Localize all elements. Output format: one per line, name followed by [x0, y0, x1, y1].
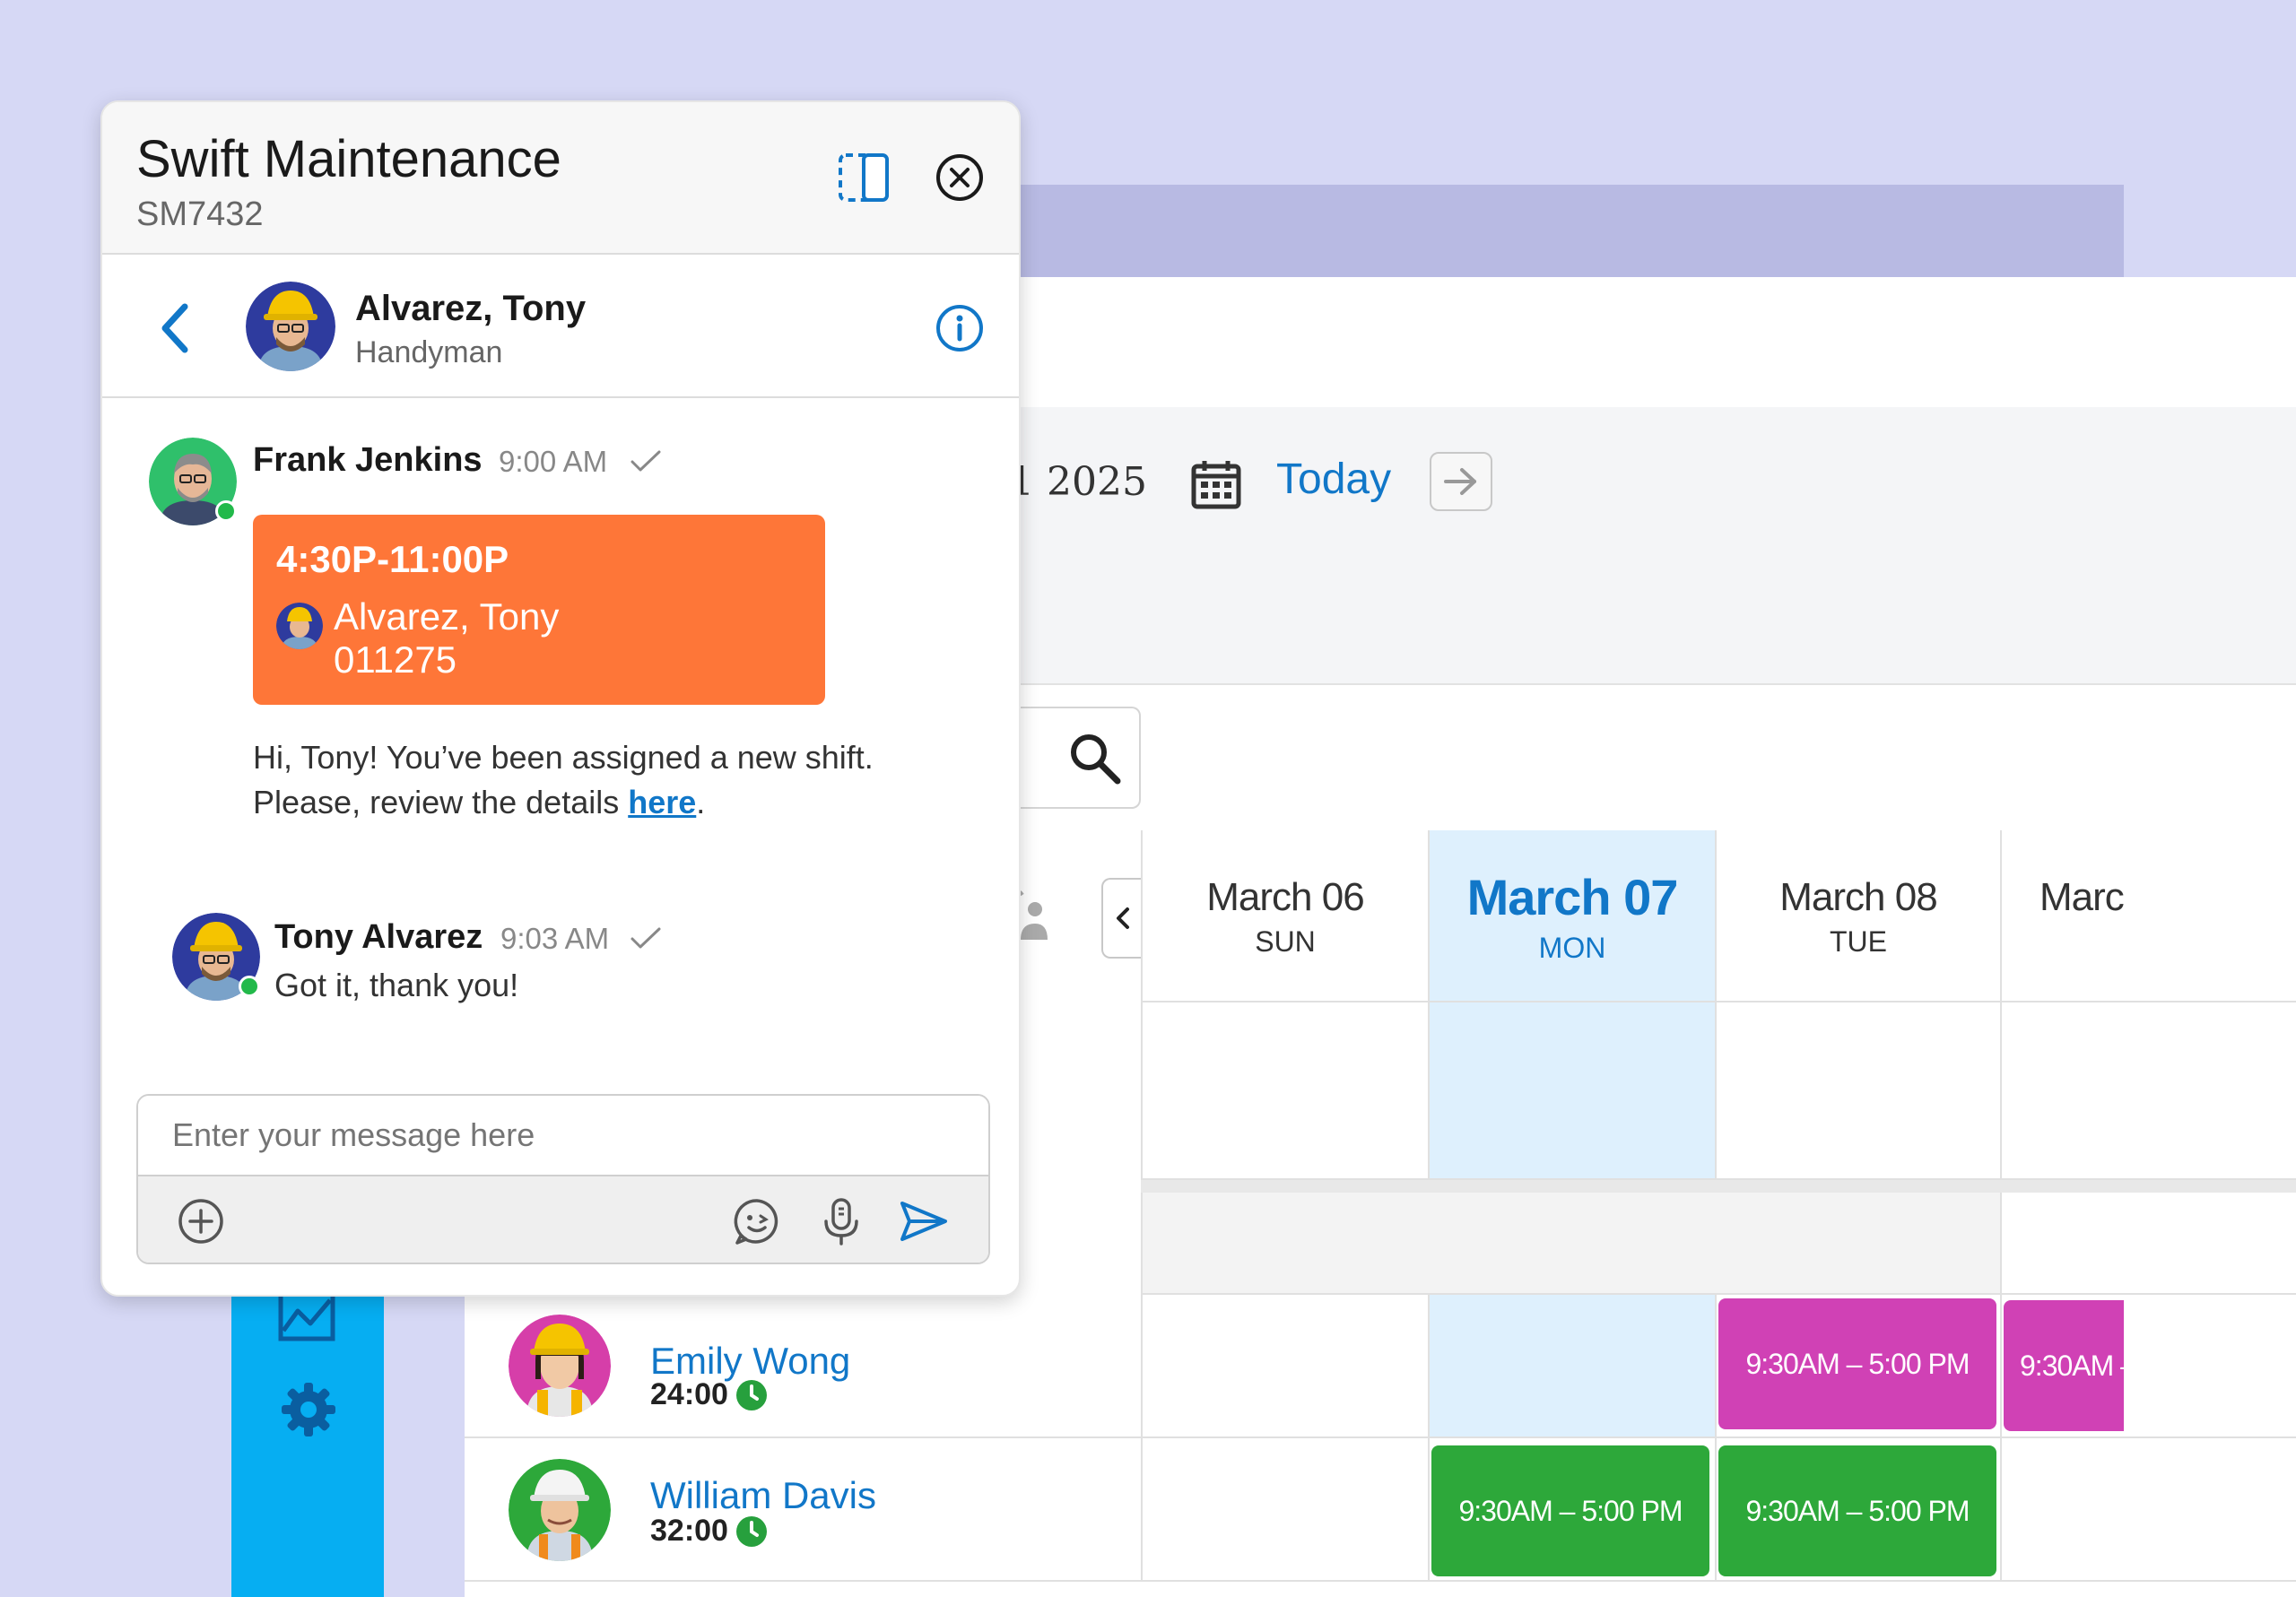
check-icon — [631, 927, 661, 949]
group-header-cell — [1141, 1193, 2000, 1295]
message-line-end: . — [696, 784, 706, 820]
emoji-icon[interactable] — [732, 1196, 782, 1246]
message-composer — [136, 1094, 990, 1264]
contact-avatar — [246, 282, 335, 371]
details-link[interactable]: here — [628, 784, 696, 820]
grid-cell[interactable] — [2000, 1193, 2296, 1295]
hours-value: 32:00 — [650, 1514, 728, 1548]
message-time: 9:00 AM — [499, 445, 608, 478]
add-attachment-icon[interactable] — [176, 1196, 226, 1246]
calendar-icon[interactable] — [1190, 458, 1242, 510]
employee-name[interactable]: Emily Wong — [650, 1340, 850, 1383]
send-icon[interactable] — [899, 1196, 949, 1246]
online-status-dot — [215, 500, 237, 522]
day-header-mon[interactable]: March 07 MON — [1428, 830, 1715, 1002]
split-view-icon[interactable] — [838, 152, 890, 203]
day-header-wed[interactable]: Marc — [2000, 830, 2296, 1002]
employee-hours: 32:00 — [650, 1514, 768, 1549]
message-input[interactable] — [138, 1096, 988, 1176]
contact-bar: Alvarez, Tony Handyman — [102, 255, 1019, 398]
check-icon — [631, 450, 661, 472]
day-name: March 07 — [1466, 869, 1679, 925]
shift-avatar — [276, 603, 323, 649]
chevron-left-icon[interactable] — [156, 301, 192, 355]
chat-header: Swift Maintenance SM7432 — [102, 102, 1019, 255]
contact-role: Handyman — [355, 335, 503, 369]
day-name: Marc — [2039, 875, 2125, 919]
chat-panel: Swift Maintenance SM7432 Alvarez, Tony H… — [100, 100, 1021, 1297]
message-line-2: Please, review the details here. — [253, 780, 988, 825]
grid-cell[interactable] — [1428, 1002, 1715, 1180]
date-range-label: 1 2025 — [1009, 459, 1147, 505]
today-button[interactable]: Today — [1276, 455, 1391, 504]
day-weekday: TUE — [1830, 925, 1887, 958]
day-weekday: MON — [1538, 932, 1606, 964]
day-header-sun[interactable]: March 06 SUN — [1141, 830, 1428, 1002]
day-name: March 08 — [1779, 875, 1937, 919]
info-icon[interactable] — [935, 303, 985, 353]
chat-code: SM7432 — [136, 195, 264, 233]
day-header-tue[interactable]: March 08 TUE — [1715, 830, 2000, 1002]
date-toolbar — [987, 407, 2296, 685]
arrow-right-icon — [1444, 468, 1476, 495]
analytics-icon[interactable] — [278, 1291, 335, 1341]
close-icon[interactable] — [935, 152, 985, 203]
search-row — [987, 685, 2296, 830]
clock-icon — [735, 1515, 767, 1547]
clock-icon — [735, 1379, 767, 1410]
message-time: 9:03 AM — [500, 922, 610, 955]
grid-cell[interactable] — [1141, 1002, 1428, 1180]
sender-name: Tony Alvarez — [274, 918, 483, 956]
chat-title: Swift Maintenance — [136, 130, 561, 188]
shift-time: 4:30P-11:00P — [276, 538, 509, 580]
shift-block[interactable]: 9:30AM – 5:00 PM — [2004, 1300, 2124, 1431]
microphone-icon[interactable] — [816, 1196, 866, 1246]
message-text: Got it, thank you! — [274, 967, 519, 1003]
message-line: Hi, Tony! You’ve been assigned a new shi… — [253, 739, 874, 776]
grid-cell[interactable] — [2000, 1002, 2296, 1180]
grid-cell[interactable] — [1141, 1295, 1428, 1438]
sender-name: Frank Jenkins — [253, 441, 483, 479]
message-text: Hi, Tony! You’ve been assigned a new shi… — [253, 735, 988, 825]
shift-card[interactable]: 4:30P-11:00P Alvarez, Tony 011275 — [253, 515, 825, 705]
composer-toolbar — [138, 1176, 988, 1263]
shift-block[interactable]: 9:30AM – 5:00 PM — [1718, 1445, 1996, 1576]
grid-cell[interactable] — [1428, 1295, 1715, 1438]
avatar — [509, 1459, 611, 1561]
online-status-dot — [239, 976, 260, 997]
message-line: Please, review the details — [253, 784, 629, 820]
collapse-button[interactable] — [1101, 878, 1143, 959]
hours-value: 24:00 — [650, 1377, 728, 1411]
employee-hours: 24:00 — [650, 1377, 768, 1412]
day-name: March 06 — [1206, 875, 1364, 919]
shift-employee-id: 011275 — [334, 638, 457, 681]
header-bar — [987, 277, 2296, 407]
grid-cell[interactable] — [1141, 1438, 1428, 1582]
settings-icon[interactable] — [280, 1381, 337, 1438]
employee-name[interactable]: William Davis — [650, 1474, 876, 1517]
section-divider — [1141, 1180, 2296, 1193]
shift-employee-name: Alvarez, Tony — [334, 595, 560, 638]
shift-block[interactable]: 9:30AM – 5:00 PM — [1718, 1298, 1996, 1429]
chevron-left-icon — [1117, 907, 1129, 929]
shift-block[interactable]: 9:30AM – 5:00 PM — [1431, 1445, 1709, 1576]
grid-cell[interactable] — [1715, 1002, 2000, 1180]
avatar — [509, 1315, 611, 1417]
day-weekday: SUN — [1255, 925, 1316, 958]
contact-name: Alvarez, Tony — [355, 289, 587, 328]
next-week-button[interactable] — [1430, 452, 1492, 511]
search-icon[interactable] — [1067, 731, 1123, 786]
top-banner — [987, 185, 2124, 277]
grid-cell[interactable] — [2000, 1438, 2296, 1582]
